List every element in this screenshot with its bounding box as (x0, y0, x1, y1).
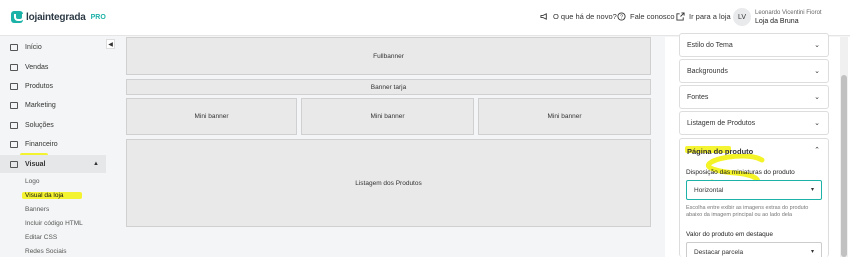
sidebar-item-label: Início (25, 43, 42, 51)
accordion-fontes[interactable]: Fontes ⌄ (679, 85, 829, 109)
select-value: Horizontal (694, 187, 724, 194)
banner-tarja-block[interactable]: Banner tarja (126, 79, 651, 95)
thumbs-layout-help: Escolha entre exibir as imagens extras d… (686, 205, 809, 218)
sidebar-item-label: Visual (25, 160, 46, 168)
accordion-label: Backgrounds (687, 68, 728, 75)
chevron-down-icon: ⌄ (814, 42, 820, 49)
contact-link[interactable]: ? Fale conosco (617, 12, 675, 21)
logo-text: lojaintegrada (26, 11, 86, 23)
sidebar-item-financeiro[interactable]: Financeiro (0, 135, 106, 153)
go-to-store-link[interactable]: Ir para a loja (676, 12, 731, 21)
money-icon (10, 141, 18, 148)
sidebar-item-vendas[interactable]: Vendas (0, 58, 106, 76)
sidebar-subitem-visual-da-loja[interactable]: Visual da loja (25, 192, 64, 199)
whats-new-link[interactable]: O que há de novo? (540, 12, 617, 21)
sidebar-item-produtos[interactable]: Produtos (0, 77, 106, 95)
user-avatar[interactable]: LV (733, 8, 751, 26)
thumbs-layout-label: Disposição das miniaturas do produto (686, 169, 795, 176)
accordion-label: Estilo do Tema (687, 42, 733, 49)
megaphone-icon (540, 13, 547, 20)
help-circle-icon: ? (617, 12, 626, 21)
price-highlight-label: Valor do produto em destaque (686, 231, 773, 238)
accordion-estilo-do-tema[interactable]: Estilo do Tema ⌄ (679, 33, 829, 57)
mini-banner-block[interactable]: Mini banner (126, 98, 297, 135)
chevron-up-icon[interactable]: ⌃ (814, 146, 820, 154)
logo-pro-badge: PRO (90, 13, 106, 21)
sidebar-subitem-banners[interactable]: Banners (25, 206, 49, 213)
sidebar-item-marketing[interactable]: Marketing (0, 96, 106, 114)
chevron-down-icon: ⌄ (814, 94, 820, 101)
sidebar-item-label: Marketing (25, 101, 56, 109)
sidebar-subitem-social[interactable]: Redes Sociais (25, 248, 67, 255)
contact-label: Fale conosco (630, 12, 675, 21)
chevron-down-icon: ▾ (810, 187, 814, 193)
sidebar-item-label: Produtos (25, 82, 54, 90)
accordion-backgrounds[interactable]: Backgrounds ⌄ (679, 59, 829, 83)
fullbanner-block[interactable]: Fullbanner (126, 37, 651, 75)
collapse-sidebar-button[interactable]: ◀ (106, 39, 115, 49)
sidebar-subitem-css[interactable]: Editar CSS (25, 234, 57, 241)
mini-banner-block[interactable]: Mini banner (301, 98, 474, 135)
price-highlight-select[interactable]: Destacar parcela ▾ (686, 242, 822, 257)
select-value: Destacar parcela (694, 249, 744, 256)
cart-icon (10, 64, 18, 71)
accordion-label: Fontes (687, 94, 709, 101)
sidebar-item-solucoes[interactable]: Soluções (0, 116, 106, 134)
brand-logo[interactable]: lojaintegrada PRO (11, 11, 106, 23)
logo-mark-icon (11, 11, 24, 23)
home-icon (10, 44, 18, 51)
sidebar-item-label: Vendas (25, 63, 49, 71)
chevron-up-icon: ▲ (93, 161, 99, 167)
sidebar-subitem-logo[interactable]: Logo (25, 178, 39, 185)
sidebar-subitem-html[interactable]: Incluir código HTML (25, 220, 83, 227)
chevron-down-icon: ⌄ (814, 120, 820, 127)
monitor-icon (10, 161, 18, 168)
grid-icon (10, 122, 18, 129)
sidebar-item-label: Financeiro (25, 140, 58, 148)
svg-text:?: ? (620, 14, 623, 20)
top-header: lojaintegrada PRO O que há de novo? ? Fa… (0, 0, 850, 36)
box-icon (10, 83, 18, 90)
accordion-label: Listagem de Produtos (687, 120, 756, 127)
sidebar: Início Vendas Produtos Marketing Soluçõe… (0, 37, 106, 257)
user-name: Leonardo Vicentini Fiorot (755, 10, 822, 16)
go-to-store-label: Ir para a loja (689, 12, 731, 21)
whats-new-label: O que há de novo? (553, 12, 617, 21)
sidebar-item-visual[interactable]: Visual ▲ (0, 155, 106, 173)
chevron-down-icon: ⌄ (814, 68, 820, 75)
product-listing-block[interactable]: Listagem dos Produtos (126, 139, 651, 227)
mini-banner-block[interactable]: Mini banner (478, 98, 651, 135)
accordion-listagem-de-produtos[interactable]: Listagem de Produtos ⌄ (679, 111, 829, 135)
scrollbar-thumb[interactable] (841, 75, 847, 257)
megaphone-icon (10, 102, 18, 109)
external-link-icon (676, 12, 685, 21)
sidebar-item-label: Soluções (25, 121, 54, 129)
sidebar-item-inicio[interactable]: Início (0, 38, 106, 56)
thumbs-layout-select[interactable]: Horizontal ▾ (686, 180, 822, 200)
store-name: Loja da Bruna (755, 18, 799, 25)
chevron-down-icon: ▾ (810, 249, 814, 255)
